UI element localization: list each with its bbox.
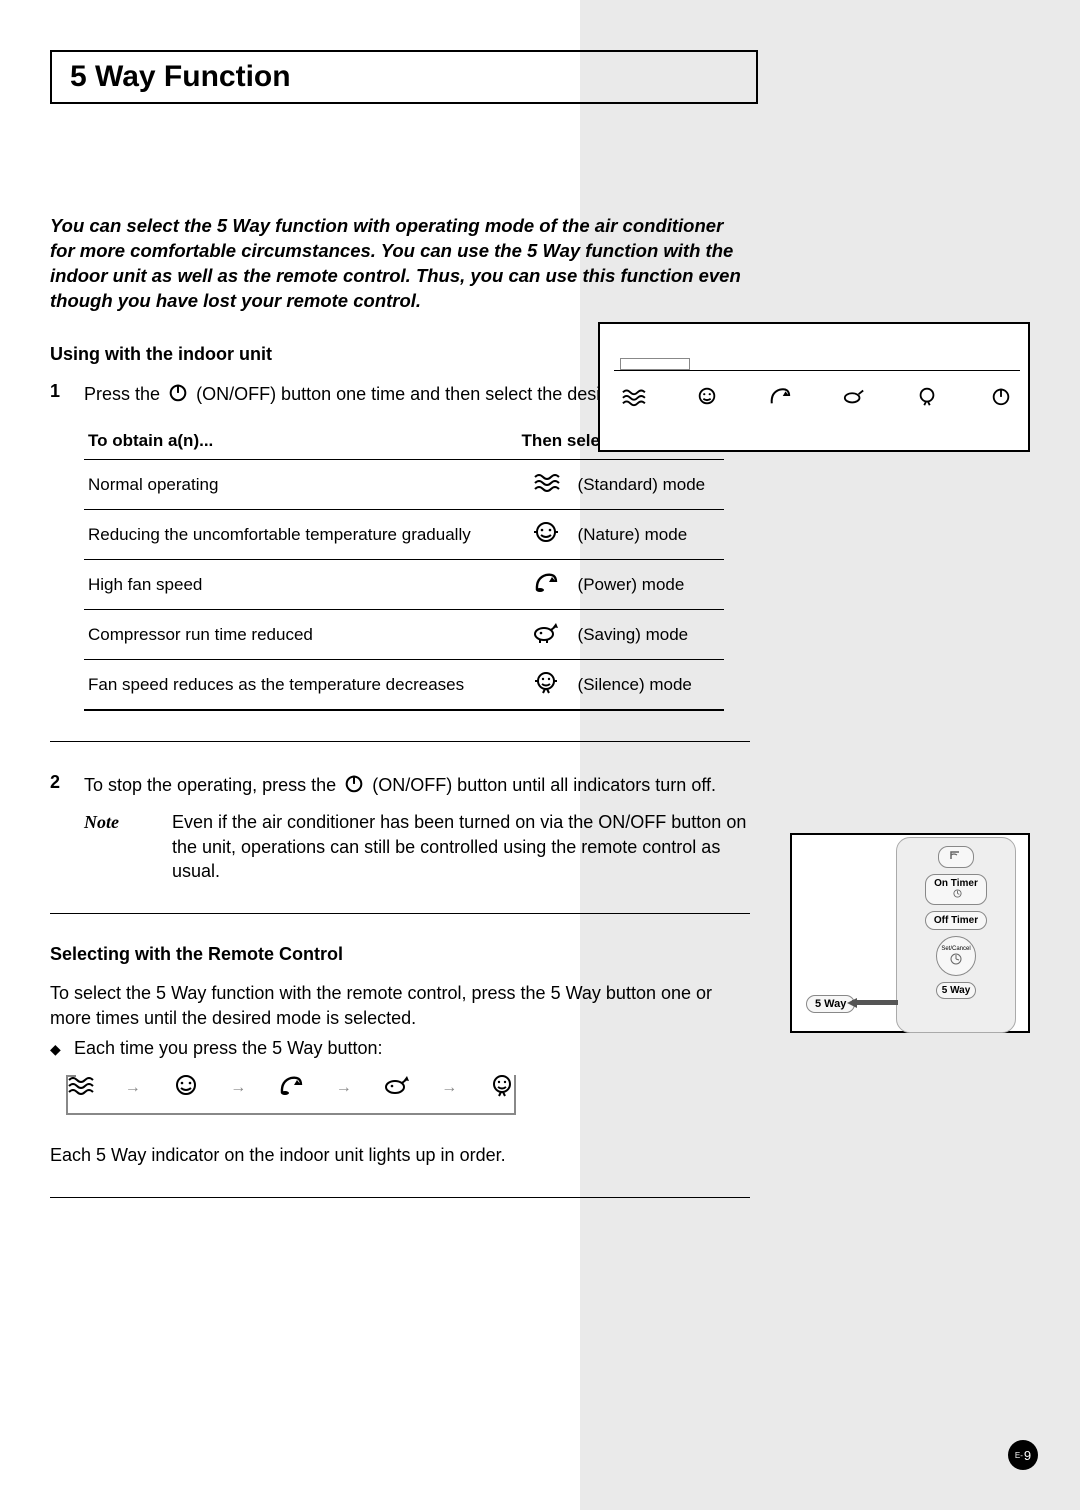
on-timer-button: On Timer: [925, 874, 987, 905]
remote-top-button: [938, 846, 974, 868]
table-row: Fan speed reduces as the temperature dec…: [84, 660, 724, 711]
silence-icon: [488, 1073, 516, 1102]
remote-after-text: Each 5 Way indicator on the indoor unit …: [50, 1143, 750, 1167]
cycle-diagram: → → → →: [66, 1071, 516, 1125]
indoor-unit-figure: [598, 322, 1030, 452]
step-number: 2: [50, 772, 84, 793]
obtain-cell: Reducing the uncomfortable temperature g…: [84, 510, 518, 560]
silence-icon: [518, 660, 574, 711]
note-row: Note Even if the air conditioner has bee…: [84, 810, 750, 883]
standard-icon: [518, 460, 574, 510]
saving-icon: [518, 610, 574, 660]
power-mode-icon: [277, 1073, 305, 1102]
unit-icon-row: [614, 370, 1020, 412]
step2-text-post: (ON/OFF) button until all indicators tur…: [372, 775, 716, 795]
arrow-icon: →: [230, 1079, 246, 1097]
arrow-icon: →: [336, 1079, 352, 1097]
step-number: 1: [50, 381, 84, 402]
mode-cell: (Silence) mode: [574, 660, 724, 711]
mode-cell: (Saving) mode: [574, 610, 724, 660]
power-icon: [343, 772, 365, 800]
standard-icon: [66, 1073, 94, 1102]
silence-icon: [908, 385, 946, 412]
step2-text-pre: To stop the operating, press the: [84, 775, 336, 795]
remote-body: On Timer Off Timer Set/Cancel 5 Way: [896, 837, 1016, 1033]
obtain-cell: Fan speed reduces as the temperature dec…: [84, 660, 518, 711]
power-icon: [167, 381, 189, 409]
divider: [50, 741, 750, 742]
obtain-cell: Compressor run time reduced: [84, 610, 518, 660]
nature-icon: [688, 385, 726, 412]
page-prefix: E-: [1015, 1451, 1023, 1460]
saving-icon: [835, 385, 873, 412]
nature-icon: [518, 510, 574, 560]
pointer-line: [852, 1000, 898, 1005]
arrow-icon: →: [125, 1079, 141, 1097]
standard-icon: [614, 385, 652, 412]
remote-bullet-text: Each time you press the 5 Way button:: [74, 1038, 383, 1059]
nature-icon: [172, 1073, 200, 1102]
table-row: Normal operating (Standard) mode: [84, 460, 724, 510]
bullet-icon: ◆: [50, 1038, 74, 1059]
table-row: High fan speed (Power) mode: [84, 560, 724, 610]
note-label: Note: [84, 810, 172, 883]
five-way-button: 5 Way: [936, 982, 976, 999]
step1-text-pre: Press the: [84, 384, 160, 404]
unit-panel-box: [620, 358, 690, 370]
clock-icon: [953, 890, 962, 901]
table-row: Reducing the uncomfortable temperature g…: [84, 510, 724, 560]
set-cancel-button: Set/Cancel: [936, 936, 976, 976]
arrow-icon: →: [441, 1079, 457, 1097]
on-timer-label: On Timer: [934, 878, 978, 889]
clock-icon: [949, 952, 963, 966]
note-body: Even if the air conditioner has been tur…: [172, 810, 750, 883]
page-number: 9: [1024, 1448, 1031, 1463]
page: 5 Way Function You can select the 5 Way …: [0, 0, 1080, 1510]
power-mode-icon: [518, 560, 574, 610]
table-header-obtain: To obtain a(n)...: [84, 423, 518, 460]
step-body: To stop the operating, press the (ON/OFF…: [84, 772, 750, 883]
remote-bullet-row: ◆ Each time you press the 5 Way button:: [50, 1038, 750, 1059]
page-number-badge: E-9: [1008, 1440, 1038, 1470]
power-icon: [982, 385, 1020, 412]
mode-cell: (Power) mode: [574, 560, 724, 610]
obtain-cell: High fan speed: [84, 560, 518, 610]
step-2: 2 To stop the operating, press the (ON/O…: [50, 772, 750, 883]
mode-table: To obtain a(n)... Then select... Normal …: [84, 423, 724, 711]
mode-cell: (Standard) mode: [574, 460, 724, 510]
obtain-cell: Normal operating: [84, 460, 518, 510]
mode-cell: (Nature) mode: [574, 510, 724, 560]
title-box: 5 Way Function: [50, 50, 758, 104]
page-title: 5 Way Function: [70, 60, 738, 94]
divider: [50, 1197, 750, 1198]
remote-paragraph: To select the 5 Way function with the re…: [50, 981, 750, 1030]
table-row: Compressor run time reduced (Saving) mod…: [84, 610, 724, 660]
intro-paragraph: You can select the 5 Way function with o…: [50, 214, 750, 314]
power-mode-icon: [761, 385, 799, 412]
off-timer-button: Off Timer: [925, 911, 987, 930]
divider: [50, 913, 750, 914]
remote-control-figure: On Timer Off Timer Set/Cancel 5 Way 5 Wa…: [790, 833, 1030, 1033]
saving-icon: [383, 1073, 411, 1102]
